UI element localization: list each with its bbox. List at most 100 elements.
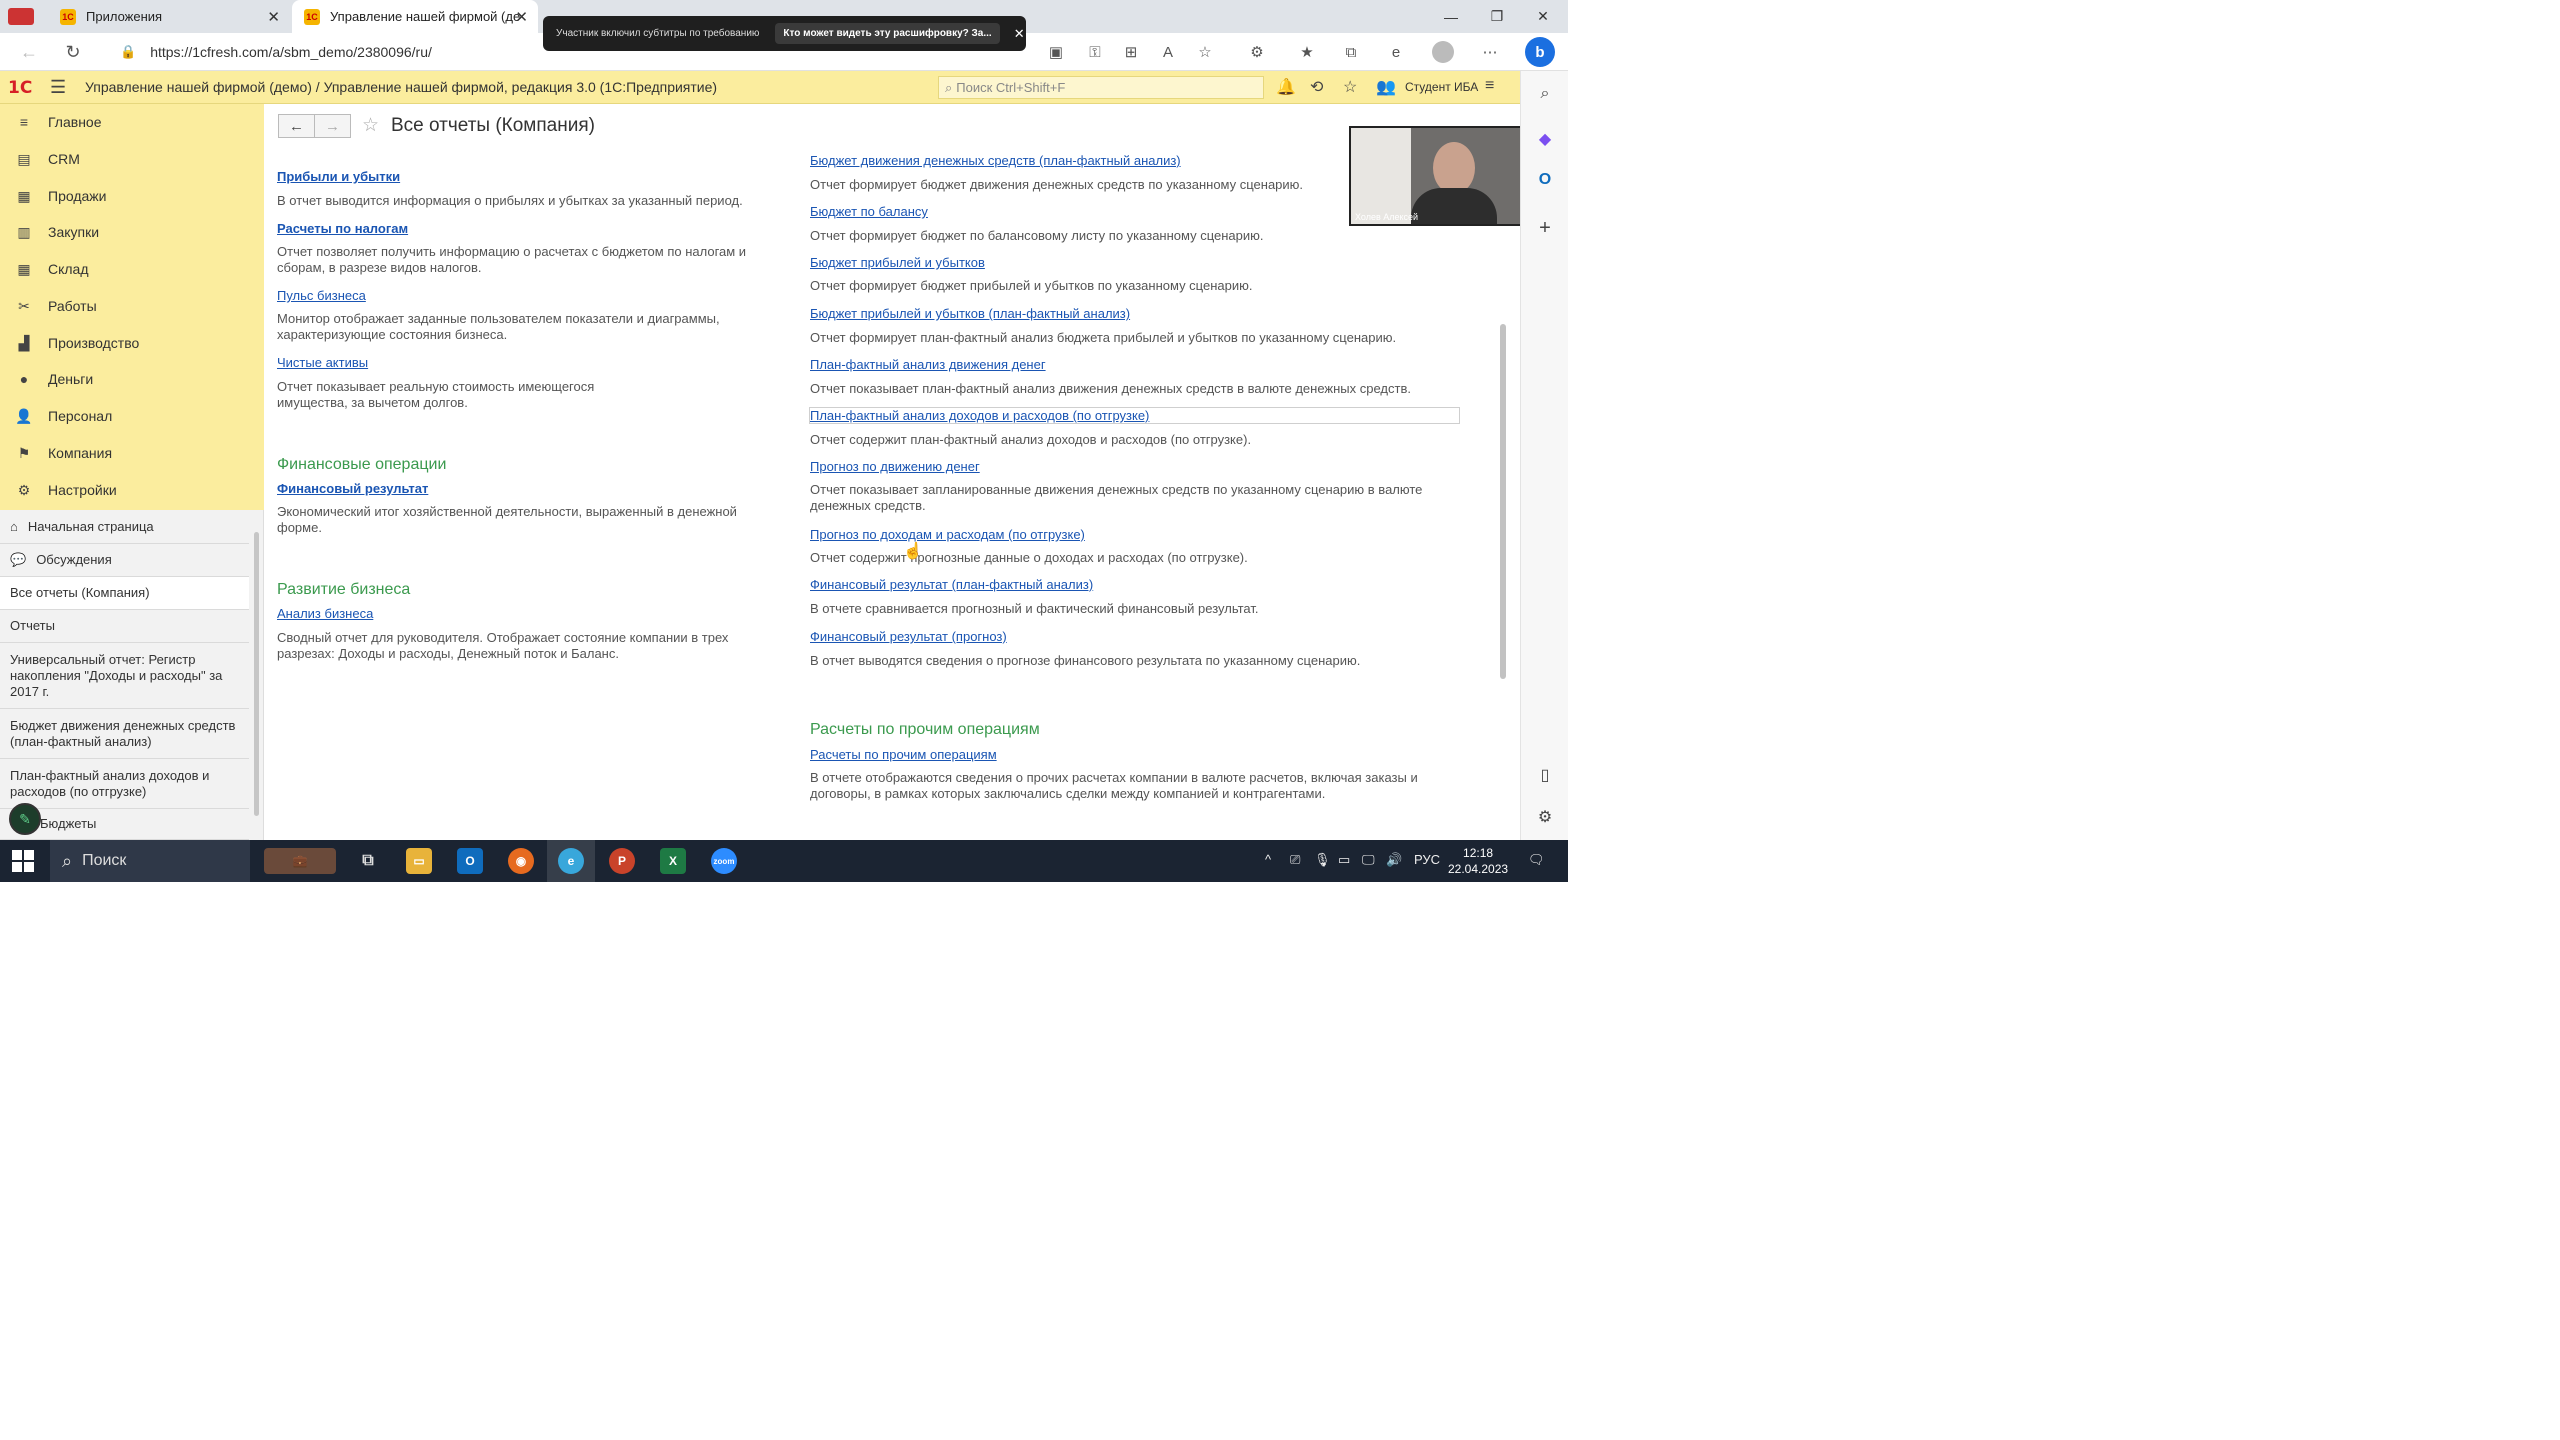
- report-link[interactable]: Расчеты по прочим операциям: [810, 747, 997, 762]
- camera-icon[interactable]: ⎚: [1290, 852, 1300, 868]
- gear-icon[interactable]: ⚙: [1521, 807, 1569, 827]
- copilot-icon[interactable]: ◆: [1521, 129, 1569, 149]
- bell-icon[interactable]: 🔔: [1276, 77, 1296, 97]
- report-link[interactable]: Бюджет прибылей и убытков: [810, 255, 985, 270]
- open-window-all-reports[interactable]: Все отчеты (Компания): [0, 577, 249, 610]
- extensions-icon[interactable]: ⚙: [1246, 41, 1268, 63]
- report-link[interactable]: Чистые активы: [277, 355, 368, 370]
- search-icon[interactable]: ⌕: [1521, 85, 1569, 103]
- sidebar-toggle-icon[interactable]: ▯: [1521, 765, 1569, 785]
- edge-icon[interactable]: e: [1385, 41, 1407, 63]
- outlook-icon[interactable]: O: [1521, 171, 1569, 189]
- history-icon[interactable]: ⟲: [1310, 77, 1323, 97]
- caption-question[interactable]: Кто может видеть эту расшифровку? За...: [775, 23, 1000, 44]
- maximize-icon[interactable]: ❐: [1474, 0, 1520, 33]
- user-icon[interactable]: 👥: [1376, 77, 1396, 97]
- favorite-star-icon[interactable]: ☆: [362, 114, 379, 137]
- favorites-icon[interactable]: ★: [1296, 41, 1318, 63]
- volume-icon[interactable]: 🔊: [1386, 852, 1402, 868]
- favorite-add-icon[interactable]: ☆: [1194, 41, 1216, 63]
- report-link[interactable]: Прогноз по доходам и расходам (по отгруз…: [810, 527, 1085, 542]
- video-thumbnail[interactable]: Холев Алексей: [1349, 126, 1523, 226]
- report-link[interactable]: Анализ бизнеса: [277, 606, 373, 621]
- close-icon[interactable]: ✕: [1014, 26, 1025, 42]
- browser-tab-active[interactable]: 1С Управление нашей фирмой (де ✕: [292, 0, 538, 33]
- report-link[interactable]: Прогноз по движению денег: [810, 459, 980, 474]
- tab-actions-icon[interactable]: [8, 8, 34, 25]
- open-window-discussions[interactable]: 💬 Обсуждения: [0, 544, 249, 577]
- star-icon[interactable]: ☆: [1343, 77, 1357, 97]
- report-link[interactable]: Финансовый результат (план-фактный анали…: [810, 577, 1093, 592]
- hamburger-icon[interactable]: ☰: [50, 77, 66, 98]
- outlook-app-icon[interactable]: O: [457, 848, 483, 874]
- tray-chevron-icon[interactable]: ^: [1265, 852, 1271, 867]
- file-explorer-icon[interactable]: ▭: [406, 848, 432, 874]
- section-purchases[interactable]: ▥ Закупки: [0, 214, 264, 250]
- apps-grid-icon[interactable]: ⊞: [1120, 41, 1142, 63]
- report-link[interactable]: План-фактный анализ доходов и расходов (…: [810, 408, 1149, 423]
- open-window-universal-report[interactable]: Универсальный отчет: Регистр накопления …: [0, 643, 249, 709]
- section-personnel[interactable]: 👤 Персонал: [0, 398, 264, 434]
- microphone-icon[interactable]: 🎙: [1314, 852, 1331, 868]
- collections-icon[interactable]: ⧉: [1340, 41, 1362, 63]
- briefcase-icon[interactable]: 💼: [264, 848, 336, 874]
- scrollbar-thumb[interactable]: [254, 532, 259, 816]
- battery-icon[interactable]: ▭: [1338, 852, 1350, 868]
- browser-tab-apps[interactable]: 1С Приложения ✕: [50, 0, 290, 33]
- open-window-plan-fact[interactable]: План-фактный анализ доходов и расходов (…: [0, 759, 249, 809]
- language-indicator[interactable]: РУС: [1414, 852, 1440, 867]
- close-window-icon[interactable]: ✕: [1520, 0, 1566, 33]
- powerpoint-icon[interactable]: P: [609, 848, 635, 874]
- back-arrow-icon[interactable]: ←: [16, 39, 42, 65]
- clock[interactable]: 12:18 22.04.2023: [1448, 845, 1508, 877]
- scrollbar[interactable]: [252, 510, 261, 840]
- report-link[interactable]: Бюджет движения денежных средств (план-ф…: [810, 153, 1181, 168]
- section-main[interactable]: ≡ Главное: [0, 104, 264, 140]
- section-settings[interactable]: ⚙ Настройки: [0, 472, 264, 508]
- profile-avatar[interactable]: [1432, 41, 1454, 63]
- bing-chat-icon[interactable]: b: [1525, 37, 1555, 67]
- open-window-home[interactable]: ⌂ Начальная страница: [0, 510, 249, 544]
- report-link[interactable]: Прибыли и убытки: [277, 169, 400, 184]
- taskbar-search[interactable]: ⌕ Поиск: [50, 840, 250, 882]
- refresh-icon[interactable]: ↻: [60, 39, 86, 65]
- report-link[interactable]: Бюджет по балансу: [810, 204, 928, 219]
- user-name[interactable]: Студент ИБА: [1405, 80, 1478, 94]
- report-link[interactable]: Расчеты по налогам: [277, 221, 408, 236]
- excel-icon[interactable]: X: [660, 848, 686, 874]
- key-icon[interactable]: ⚿: [1084, 41, 1106, 63]
- more-menu-icon[interactable]: ⋯: [1479, 41, 1501, 63]
- open-window-cash-budget[interactable]: Бюджет движения денежных средств (план-ф…: [0, 709, 249, 759]
- network-icon[interactable]: 🖵: [1362, 852, 1375, 868]
- report-link[interactable]: План-фактный анализ движения денег: [810, 357, 1046, 372]
- minimize-icon[interactable]: —: [1428, 0, 1474, 33]
- notifications-icon[interactable]: 🗨: [1528, 852, 1545, 868]
- firefox-icon[interactable]: ◉: [508, 848, 534, 874]
- close-tab-icon[interactable]: ✕: [267, 8, 280, 26]
- section-production[interactable]: ▟ Производство: [0, 325, 264, 361]
- report-link[interactable]: Пульс бизнеса: [277, 288, 366, 303]
- section-crm[interactable]: ▤ CRM: [0, 141, 264, 177]
- windows-start-icon[interactable]: [12, 850, 34, 872]
- zoom-icon[interactable]: zoom: [711, 848, 737, 874]
- search-input[interactable]: ⌕ Поиск Ctrl+Shift+F: [938, 76, 1264, 99]
- settings-menu-icon[interactable]: ≡: [1485, 77, 1494, 95]
- report-link[interactable]: Бюджет прибылей и убытков (план-фактный …: [810, 306, 1130, 321]
- report-link[interactable]: Финансовый результат (прогноз): [810, 629, 1007, 644]
- clipboard-icon[interactable]: ▣: [1045, 41, 1067, 63]
- section-sales[interactable]: ▦ Продажи: [0, 178, 264, 214]
- section-warehouse[interactable]: ▦ Склад: [0, 251, 264, 287]
- pen-icon[interactable]: ✎: [9, 803, 41, 835]
- back-button[interactable]: ←: [278, 114, 315, 138]
- task-view-icon[interactable]: ⧉: [355, 848, 381, 874]
- add-icon[interactable]: +: [1521, 217, 1569, 240]
- scrollbar-thumb[interactable]: [1500, 324, 1506, 679]
- read-aloud-icon[interactable]: A: [1157, 41, 1179, 63]
- report-link[interactable]: Финансовый результат: [277, 481, 428, 496]
- close-tab-icon[interactable]: ✕: [515, 8, 528, 26]
- section-works[interactable]: ✂ Работы: [0, 288, 264, 324]
- forward-button[interactable]: →: [314, 114, 351, 138]
- section-money[interactable]: ● Деньги: [0, 361, 264, 397]
- section-company[interactable]: ⚑ Компания: [0, 435, 264, 471]
- open-window-reports[interactable]: Отчеты: [0, 610, 249, 643]
